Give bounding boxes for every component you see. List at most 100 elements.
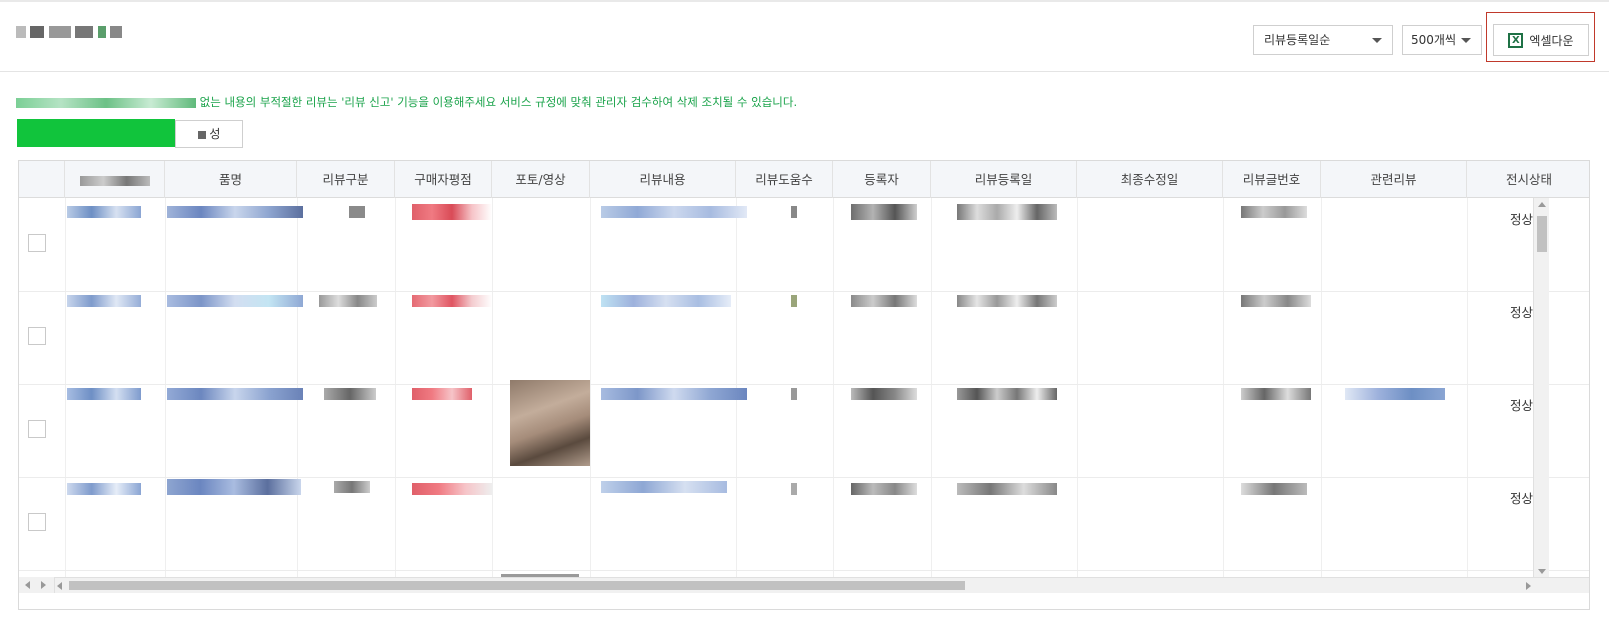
blurred-text <box>48 26 71 38</box>
column-display-status[interactable]: 전시상태 <box>1467 161 1589 198</box>
blurred-text <box>957 388 1057 400</box>
page-title <box>16 24 146 46</box>
blurred-text <box>1241 295 1311 307</box>
blurred-text <box>1241 206 1307 218</box>
blurred-text <box>167 479 301 495</box>
blurred-text <box>75 26 94 38</box>
per-page-select-value: 500개씩 <box>1411 33 1456 47</box>
blurred-text <box>334 481 370 493</box>
table-row[interactable]: 정상 <box>19 380 1589 478</box>
review-notice: 없는 내용의 부적절한 리뷰는 '리뷰 신고' 기능을 이용해주세요 서비스 규… <box>16 94 916 110</box>
chevron-down-icon <box>1372 38 1382 43</box>
sort-select[interactable]: 리뷰등록일순 <box>1253 25 1393 55</box>
sort-select-value: 리뷰등록일순 <box>1264 33 1331 47</box>
column-photo-video[interactable]: 포토/영상 <box>492 161 590 198</box>
column-buyer-rating[interactable]: 구매자평점 <box>395 161 492 198</box>
blurred-text <box>791 483 797 495</box>
scroll-right-icon[interactable] <box>1526 582 1531 590</box>
primary-action-button[interactable] <box>17 119 175 147</box>
blurred-text <box>197 130 206 139</box>
column-registered-date[interactable]: 리뷰등록일 <box>931 161 1077 198</box>
blurred-text <box>791 295 797 307</box>
blurred-text <box>601 481 727 493</box>
review-photo-thumbnail[interactable] <box>510 380 590 466</box>
column-helpful-count[interactable]: 리뷰도움수 <box>736 161 833 198</box>
display-status: 정상 <box>1509 212 1533 227</box>
display-status: 정상 <box>1509 491 1533 506</box>
table-row[interactable]: 정상 <box>19 291 1589 385</box>
display-status: 정상 <box>1509 305 1533 320</box>
scroll-down-icon[interactable] <box>1538 569 1546 574</box>
blurred-text <box>110 26 123 38</box>
review-notice-text: 없는 내용의 부적절한 리뷰는 '리뷰 신고' 기능을 이용해주세요 서비스 규… <box>199 95 798 109</box>
row-checkbox[interactable] <box>28 513 46 531</box>
blurred-text <box>1241 483 1307 495</box>
column-blurred <box>65 161 165 198</box>
column-product-name[interactable]: 품명 <box>165 161 297 198</box>
blurred-text <box>1241 388 1311 400</box>
blurred-text <box>851 483 917 495</box>
blurred-text <box>851 204 917 220</box>
blurred-text <box>791 388 797 400</box>
blurred-text <box>601 295 731 307</box>
excel-icon: X <box>1508 32 1524 48</box>
row-checkbox[interactable] <box>28 420 46 438</box>
display-status: 정상 <box>1509 398 1533 413</box>
blurred-text <box>601 388 747 400</box>
column-review-number[interactable]: 리뷰글번호 <box>1223 161 1321 198</box>
blurred-text <box>67 388 141 400</box>
blurred-text <box>97 26 106 38</box>
column-related-review[interactable]: 관련리뷰 <box>1321 161 1467 198</box>
blurred-text <box>167 295 303 307</box>
blurred-rating <box>412 295 492 307</box>
table-row[interactable]: 정상 <box>19 477 1589 571</box>
blurred-text <box>851 388 917 400</box>
horizontal-scrollbar[interactable] <box>19 577 1589 593</box>
blurred-text <box>167 206 303 218</box>
review-table: 품명 리뷰구분 구매자평점 포토/영상 리뷰내용 리뷰도움수 등록자 리뷰등록일… <box>18 160 1590 610</box>
table-row[interactable]: 정상 <box>19 198 1589 292</box>
column-review-content[interactable]: 리뷰내용 <box>590 161 736 198</box>
blurred-text <box>349 206 365 218</box>
row-checkbox[interactable] <box>28 327 46 345</box>
column-checkbox <box>19 161 65 198</box>
scroll-left-icon[interactable] <box>25 581 30 589</box>
blurred-text <box>319 295 377 307</box>
blurred-text <box>16 26 26 38</box>
scroll-up-icon[interactable] <box>1538 202 1546 207</box>
blurred-text <box>79 175 150 186</box>
blurred-rating <box>412 388 472 400</box>
secondary-action-label: 성 <box>209 127 221 141</box>
vertical-scrollbar[interactable] <box>1533 198 1549 578</box>
blurred-rating <box>412 483 492 495</box>
row-checkbox[interactable] <box>28 234 46 252</box>
secondary-action-button[interactable]: 성 <box>175 120 243 148</box>
column-modified-date[interactable]: 최종수정일 <box>1077 161 1223 198</box>
scroll-left-icon[interactable] <box>57 582 62 590</box>
blurred-text <box>957 204 1057 220</box>
blurred-rating <box>412 204 492 220</box>
column-author[interactable]: 등록자 <box>833 161 931 198</box>
blurred-text <box>67 206 141 218</box>
blurred-text <box>957 483 1057 495</box>
scroll-right-icon[interactable] <box>41 581 46 589</box>
blurred-text <box>957 295 1057 307</box>
excel-download-label: 엑셀다운 <box>1529 33 1574 48</box>
blurred-text <box>324 388 376 400</box>
table-header: 품명 리뷰구분 구매자평점 포토/영상 리뷰내용 리뷰도움수 등록자 리뷰등록일… <box>19 161 1589 198</box>
excel-download-button[interactable]: X 엑셀다운 <box>1493 24 1589 56</box>
page-header: 리뷰등록일순 500개씩 X 엑셀다운 <box>0 2 1609 72</box>
frozen-column-scrollbar[interactable] <box>19 577 55 593</box>
per-page-select[interactable]: 500개씩 <box>1402 25 1482 55</box>
column-review-type[interactable]: 리뷰구분 <box>297 161 395 198</box>
blurred-text <box>601 206 747 218</box>
blurred-text <box>30 26 45 38</box>
blurred-text <box>67 295 141 307</box>
chevron-down-icon <box>1461 38 1471 43</box>
horizontal-scroll-thumb[interactable] <box>69 581 965 590</box>
blurred-text <box>67 483 141 495</box>
blurred-text <box>851 295 917 307</box>
blurred-text <box>167 388 303 400</box>
blurred-text <box>791 206 797 218</box>
vertical-scroll-thumb[interactable] <box>1537 216 1547 252</box>
